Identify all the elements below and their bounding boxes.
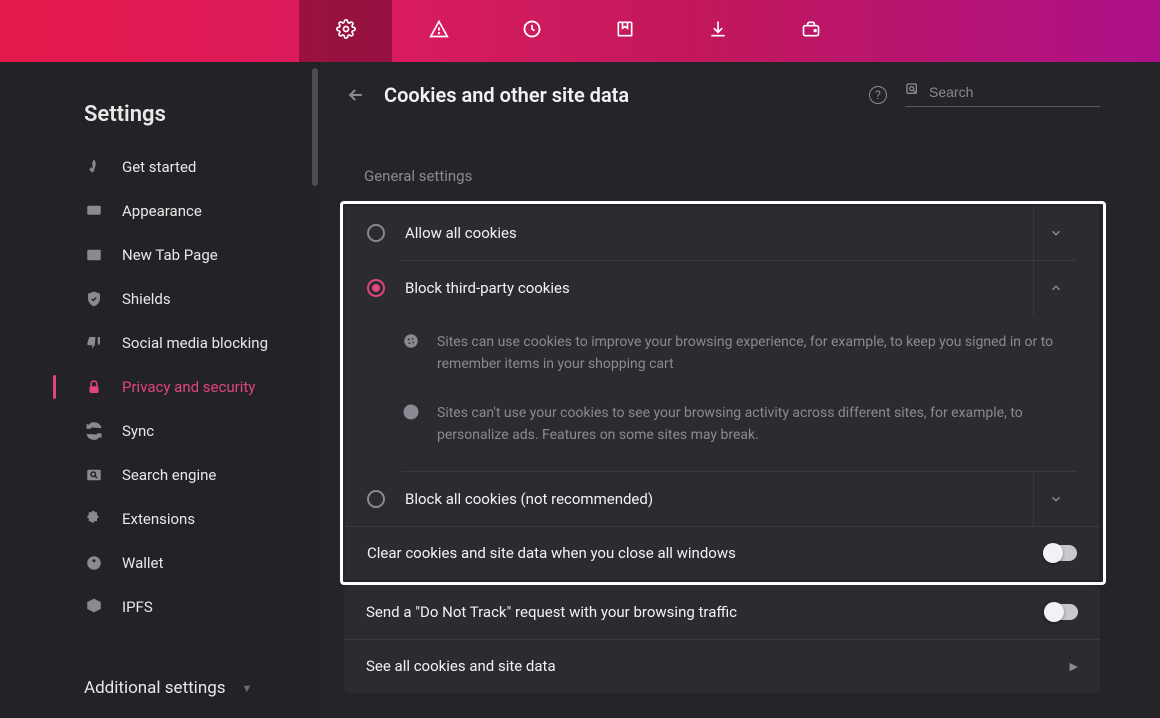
- additional-settings-label: Additional settings: [84, 678, 226, 698]
- sidebar-item-privacy[interactable]: Privacy and security: [0, 365, 320, 409]
- sidebar-item-ipfs[interactable]: IPFS: [0, 585, 320, 629]
- search-engine-icon: [84, 465, 104, 485]
- header-right: ?: [869, 82, 1100, 107]
- more-settings-block: Send a "Do Not Track" request with your …: [344, 585, 1100, 693]
- do-not-track-row: Send a "Do Not Track" request with your …: [344, 585, 1100, 639]
- sidebar-item-label: Shields: [122, 290, 171, 308]
- tab-history[interactable]: [485, 0, 578, 62]
- expand-button[interactable]: [1033, 472, 1077, 526]
- sidebar-item-label: Sync: [122, 422, 154, 440]
- page-title: Cookies and other site data: [384, 83, 629, 107]
- sidebar-item-wallet[interactable]: Wallet: [0, 541, 320, 585]
- search-field[interactable]: [905, 82, 1100, 107]
- option-block-all[interactable]: Block all cookies (not recommended): [345, 472, 1099, 526]
- radio-block-third-party[interactable]: [367, 279, 385, 297]
- tab-settings[interactable]: [299, 0, 392, 62]
- tab-wallet[interactable]: [764, 0, 857, 62]
- option-label: Block all cookies (not recommended): [405, 490, 1023, 508]
- sidebar-item-label: IPFS: [122, 598, 153, 616]
- sidebar-item-label: Wallet: [122, 554, 163, 572]
- bookmark-icon: [615, 19, 635, 43]
- content: Settings Get started Appearance New Tab …: [0, 62, 1160, 718]
- appearance-icon: [84, 201, 104, 221]
- search-input[interactable]: [929, 84, 1100, 100]
- sidebar-item-label: Search engine: [122, 466, 216, 484]
- detail-row: Sites can use cookies to improve your br…: [401, 321, 1077, 392]
- sidebar-item-sync[interactable]: Sync: [0, 409, 320, 453]
- sidebar-item-label: Social media blocking: [122, 334, 268, 352]
- sidebar-item-social-blocking[interactable]: Social media blocking: [0, 321, 320, 365]
- block-icon: [401, 402, 421, 422]
- highlighted-settings: Allow all cookies Block third-party cook…: [340, 201, 1106, 585]
- do-not-track-toggle[interactable]: [1044, 604, 1078, 620]
- tab-warnings[interactable]: [392, 0, 485, 62]
- warning-icon: [429, 19, 449, 43]
- help-button[interactable]: ?: [869, 86, 887, 104]
- sidebar-item-label: Privacy and security: [122, 378, 255, 396]
- section-heading: General settings: [364, 167, 1100, 185]
- sidebar-item-new-tab[interactable]: New Tab Page: [0, 233, 320, 277]
- sidebar-item-label: Extensions: [122, 510, 195, 528]
- collapse-button[interactable]: [1033, 261, 1077, 315]
- cookie-icon: [401, 331, 421, 351]
- option-allow-all[interactable]: Allow all cookies: [345, 206, 1099, 260]
- shield-icon: [84, 289, 104, 309]
- radio-block-all[interactable]: [367, 490, 385, 508]
- option-block-third-party[interactable]: Block third-party cookies: [345, 261, 1099, 315]
- expand-button[interactable]: [1033, 206, 1077, 260]
- see-all-cookies-row[interactable]: See all cookies and site data ▶: [344, 639, 1100, 693]
- cube-icon: [84, 597, 104, 617]
- briefcase-icon: [801, 19, 821, 43]
- option-label: Allow all cookies: [405, 224, 1023, 242]
- sidebar-item-label: New Tab Page: [122, 246, 218, 264]
- chevron-right-icon: ▶: [1070, 660, 1078, 673]
- main-panel: Cookies and other site data ? General se…: [320, 62, 1160, 718]
- link-label: See all cookies and site data: [366, 657, 1070, 675]
- cookie-options-block: Allow all cookies Block third-party cook…: [345, 206, 1099, 580]
- extension-icon: [84, 509, 104, 529]
- lock-icon: [84, 377, 104, 397]
- wallet-icon: [84, 553, 104, 573]
- top-toolbar: [0, 0, 1160, 62]
- toggle-label: Clear cookies and site data when you clo…: [367, 544, 1043, 562]
- thumbs-down-icon: [84, 333, 104, 353]
- sync-icon: [84, 421, 104, 441]
- sidebar-item-appearance[interactable]: Appearance: [0, 189, 320, 233]
- sidebar-title: Settings: [0, 102, 320, 145]
- additional-settings[interactable]: Additional settings ▼: [84, 678, 252, 698]
- sidebar-item-label: Get started: [122, 158, 196, 176]
- option-details: Sites can use cookies to improve your br…: [345, 315, 1099, 472]
- sidebar-item-get-started[interactable]: Get started: [0, 145, 320, 189]
- chevron-down-icon: ▼: [242, 682, 253, 695]
- tab-downloads[interactable]: [671, 0, 764, 62]
- search-icon-box: [905, 82, 921, 102]
- history-icon: [522, 19, 542, 43]
- sidebar-item-search[interactable]: Search engine: [0, 453, 320, 497]
- page-header: Cookies and other site data ?: [344, 82, 1100, 107]
- radio-allow-all[interactable]: [367, 224, 385, 242]
- gear-icon: [336, 19, 356, 43]
- sidebar-item-shields[interactable]: Shields: [0, 277, 320, 321]
- sidebar-item-label: Appearance: [122, 202, 202, 220]
- sidebar-item-extensions[interactable]: Extensions: [0, 497, 320, 541]
- toggle-label: Send a "Do Not Track" request with your …: [366, 603, 1044, 621]
- clear-on-close-row: Clear cookies and site data when you clo…: [345, 526, 1099, 580]
- clear-on-close-toggle[interactable]: [1043, 545, 1077, 561]
- tab-bookmarks[interactable]: [578, 0, 671, 62]
- detail-row: Sites can't use your cookies to see your…: [401, 392, 1077, 463]
- detail-text: Sites can use cookies to improve your br…: [437, 331, 1077, 376]
- detail-text: Sites can't use your cookies to see your…: [437, 402, 1077, 447]
- sidebar: Settings Get started Appearance New Tab …: [0, 62, 320, 718]
- new-tab-icon: [84, 245, 104, 265]
- download-icon: [708, 19, 728, 43]
- back-button[interactable]: [344, 83, 368, 107]
- rocket-icon: [84, 157, 104, 177]
- option-label: Block third-party cookies: [405, 279, 1023, 297]
